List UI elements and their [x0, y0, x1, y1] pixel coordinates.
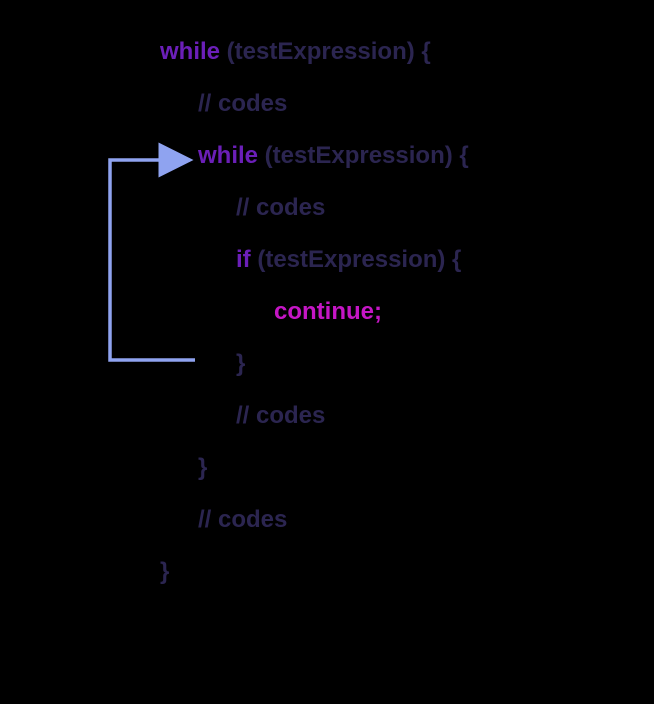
- code-line-7: }: [160, 352, 469, 376]
- code-line-5: if (testExpression) {: [160, 248, 469, 272]
- continue-statement: continue;: [160, 300, 469, 324]
- keyword-while-inner: while: [198, 142, 258, 169]
- expr-if: (testExpression) {: [251, 246, 462, 273]
- code-line-4: // codes: [160, 196, 469, 220]
- code-line-11: }: [160, 560, 469, 584]
- code-line-3: while (testExpression) {: [160, 144, 469, 168]
- code-line-8: // codes: [160, 404, 469, 428]
- code-line-9: }: [160, 456, 469, 480]
- code-line-1: while (testExpression) {: [160, 40, 469, 64]
- code-block: while (testExpression) { // codes while …: [160, 40, 469, 612]
- code-line-10: // codes: [160, 508, 469, 532]
- keyword-if: if: [236, 246, 251, 273]
- expr-inner: (testExpression) {: [258, 142, 469, 169]
- code-line-2: // codes: [160, 92, 469, 116]
- expr-outer: (testExpression) {: [220, 38, 431, 65]
- keyword-while-outer: while: [160, 38, 220, 65]
